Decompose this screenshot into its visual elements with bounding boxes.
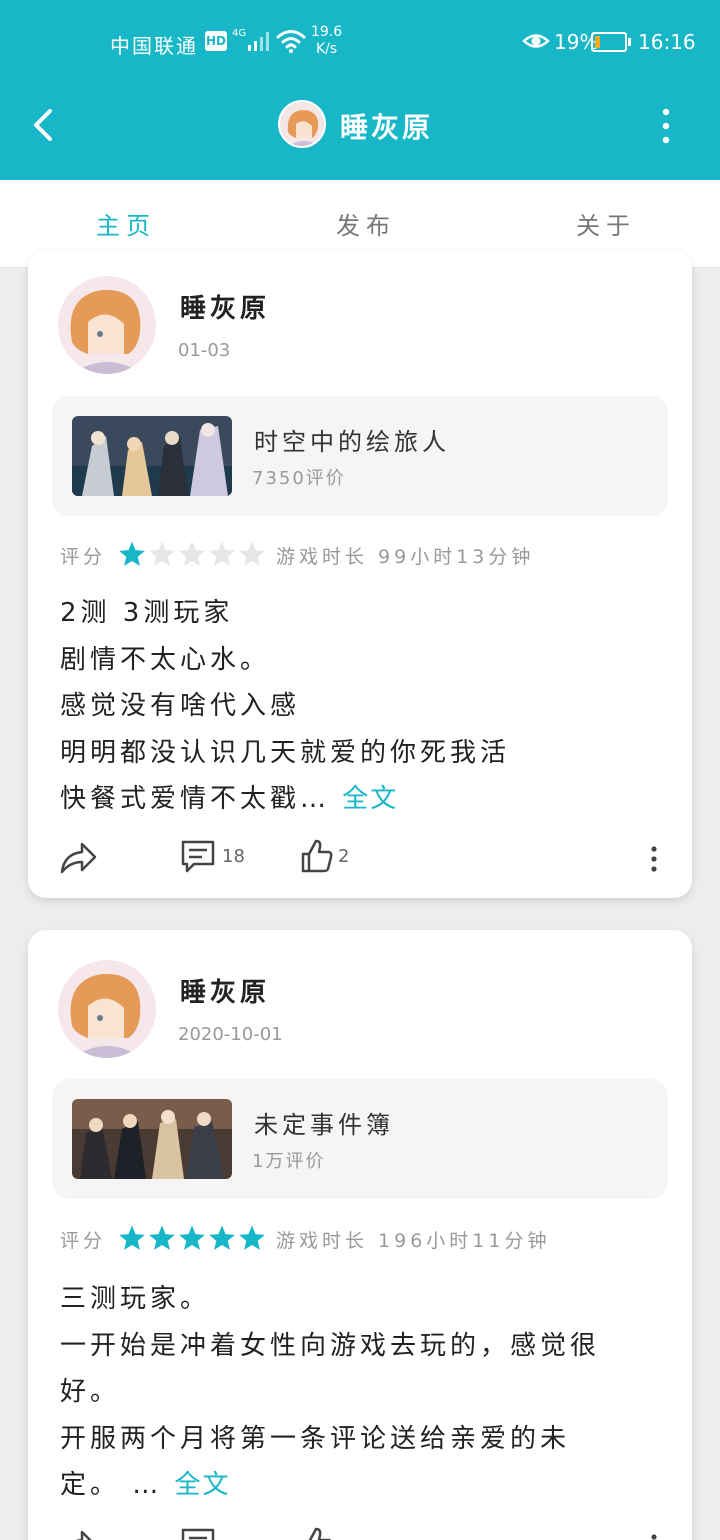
review-card[interactable]: 睡灰原 2020-10-01 未定事件簿 1万评价 评分 游戏时长 196小时1… <box>28 930 692 1540</box>
read-more-link[interactable]: 全文 <box>175 1470 231 1500</box>
game-card[interactable]: 未定事件簿 1万评价 <box>52 1079 668 1199</box>
star-filled-icon <box>179 1225 205 1250</box>
avatar[interactable] <box>58 960 156 1058</box>
more-options-icon[interactable] <box>648 1532 660 1540</box>
page-title: 睡灰原 <box>340 111 434 144</box>
comment-icon[interactable] <box>180 1526 216 1540</box>
speed-value: 19.6 <box>311 24 343 40</box>
game-cover-image <box>72 1099 232 1179</box>
nav-bar: 睡灰原 <box>0 84 720 180</box>
rating-label: 评分 <box>60 1230 107 1252</box>
review-text: 2测 3测玩家 剧情不太心水。 感觉没有啥代入感 明明都没认识几天就爱的你死我活… <box>60 590 660 823</box>
star-filled-icon <box>119 1225 145 1250</box>
review-username[interactable]: 睡灰原 <box>180 972 270 1009</box>
review-actions: 18 2 <box>28 834 692 884</box>
top-bar: 中国联通 HD 4G 19.6 K/s 19% 16:16 睡灰原 <box>0 0 720 180</box>
like-icon[interactable] <box>300 1526 334 1540</box>
playtime: 游戏时长 196小时11分钟 <box>276 1230 551 1252</box>
star-rating <box>119 541 265 566</box>
star-filled-icon <box>239 1225 265 1250</box>
comment-count: 18 <box>222 846 245 867</box>
hd-badge: HD <box>205 31 227 51</box>
game-cover <box>72 1099 232 1179</box>
avatar-image <box>280 102 324 146</box>
signal-icon <box>248 32 269 51</box>
star-empty-icon <box>239 541 265 566</box>
avatar[interactable] <box>58 276 156 374</box>
tab-home[interactable]: 主页 <box>96 206 156 241</box>
like-count: 2 <box>338 846 350 867</box>
review-line: 感觉没有啥代入感 <box>60 691 301 721</box>
review-username[interactable]: 睡灰原 <box>180 288 270 325</box>
back-arrow-icon[interactable] <box>28 104 62 146</box>
like-icon[interactable] <box>300 838 334 874</box>
review-line: 三测玩家。 <box>60 1284 211 1314</box>
wifi-icon <box>276 30 306 53</box>
avatar-image <box>58 960 156 1058</box>
more-options-icon[interactable] <box>648 844 660 874</box>
review-line-text: 定。 <box>60 1470 121 1500</box>
speed-unit: K/s <box>315 41 338 57</box>
review-actions <box>28 1522 692 1540</box>
review-date: 01-03 <box>178 340 231 361</box>
ellipsis: … <box>300 784 331 814</box>
review-card[interactable]: 睡灰原 01-03 时空中的绘旅人 7350评价 评分 游戏时长 99小时13分… <box>28 250 692 898</box>
carrier-name: 中国联通 <box>110 34 198 58</box>
comment-icon[interactable] <box>180 838 216 874</box>
star-empty-icon <box>179 541 205 566</box>
status-bar: 中国联通 HD 4G 19.6 K/s 19% 16:16 <box>0 0 720 84</box>
ellipsis: … <box>132 1470 163 1500</box>
star-rating <box>119 1225 265 1250</box>
more-vertical-icon[interactable] <box>652 106 680 146</box>
clock: 16:16 <box>638 30 696 54</box>
star-filled-icon <box>149 1225 175 1250</box>
review-line: 快餐式爱情不太戳… 全文 <box>60 776 660 823</box>
eye-comfort-icon <box>522 34 550 48</box>
review-line: 剧情不太心水。 <box>60 644 271 675</box>
star-empty-icon <box>209 541 235 566</box>
game-name: 未定事件簿 <box>254 1111 394 1139</box>
game-review-count: 1万评价 <box>252 1151 326 1172</box>
review-line: 一开始是冲着女性向游戏去玩的，感觉很 <box>60 1330 601 1361</box>
review-line: 好。 <box>60 1377 121 1407</box>
playtime: 游戏时长 99小时13分钟 <box>276 546 535 568</box>
tab-posts[interactable]: 发布 <box>336 206 396 241</box>
review-date: 2020-10-01 <box>178 1024 283 1045</box>
network-speed: 19.6 K/s <box>311 24 342 58</box>
review-line: 明明都没认识几天就爱的你死我活 <box>60 737 511 768</box>
review-line: 定。 … 全文 <box>60 1462 660 1509</box>
network-type: 4G <box>232 28 247 39</box>
game-card[interactable]: 时空中的绘旅人 7350评价 <box>52 396 668 516</box>
star-filled-icon <box>209 1225 235 1250</box>
tab-about[interactable]: 关于 <box>576 206 636 241</box>
star-empty-icon <box>149 541 175 566</box>
rating-label: 评分 <box>60 546 107 568</box>
game-cover <box>72 416 232 496</box>
battery-icon <box>591 32 631 52</box>
battery-level <box>595 36 600 48</box>
review-text: 三测玩家。 一开始是冲着女性向游戏去玩的，感觉很 好。 开服两个月将第一条评论送… <box>60 1276 660 1509</box>
header-avatar[interactable] <box>278 100 326 148</box>
avatar-image <box>58 276 156 374</box>
read-more-link[interactable]: 全文 <box>342 784 398 814</box>
game-review-count: 7350评价 <box>252 468 346 489</box>
share-icon[interactable] <box>58 840 98 876</box>
review-line: 开服两个月将第一条评论送给亲爱的未 <box>60 1423 571 1454</box>
review-line-text: 快餐式爱情不太戳 <box>60 784 301 814</box>
star-filled-icon <box>119 541 145 566</box>
game-name: 时空中的绘旅人 <box>254 428 450 456</box>
review-line: 2测 3测玩家 <box>60 598 234 628</box>
share-icon[interactable] <box>58 1528 98 1540</box>
game-cover-image <box>72 416 232 496</box>
